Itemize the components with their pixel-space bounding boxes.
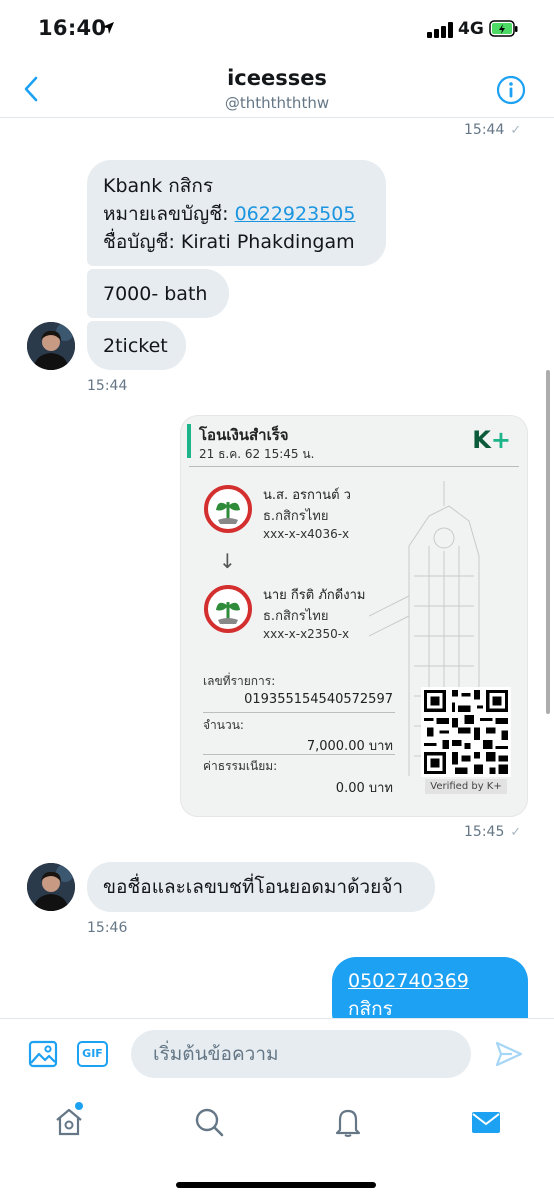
avatar-image [27,863,75,911]
account-number-line: หมายเลขบัญชี: 0622923505 [103,200,370,228]
bell-icon[interactable] [332,1106,364,1138]
message-timestamp: 15:44 [87,378,128,394]
fee-value: 0.00 บาท [335,781,393,796]
location-arrow-icon [102,22,114,34]
outgoing-account-link-line: 0502740369 [348,967,512,995]
image-icon[interactable] [28,1039,58,1069]
receipt-divider [203,712,395,713]
receipt-date: 21 ธ.ค. 62 15:45 น. [199,447,315,461]
timestamp-text: 15:44 [464,122,505,138]
transfer-receipt-image[interactable]: โอนเงินสำเร็จ 21 ธ.ค. 62 15:45 น. K+ น.ส… [180,415,528,817]
signal-icon [427,22,453,38]
conversation-handle: @thththththw [224,94,330,112]
mail-icon[interactable] [470,1106,502,1138]
incoming-message-request[interactable]: ขอชื่อและเลขบชที่โอนยอดมาด้วยจ้า [87,862,435,912]
search-icon[interactable] [193,1106,225,1138]
receipt-accent-bar [187,424,191,458]
avatar[interactable] [27,322,75,370]
message-timestamp: 15:44 ✓ [464,122,521,138]
account-number-link[interactable]: 0622923505 [235,203,356,225]
kasikorn-bank-logo-icon [204,585,252,633]
send-icon[interactable] [494,1039,524,1069]
avatar-image [27,322,75,370]
account-number-label: หมายเลขบัญชี: [103,203,235,225]
battery-icon [489,20,518,37]
gif-button[interactable]: GIF [77,1041,108,1067]
receipt-divider [203,754,395,755]
sent-check-icon: ✓ [510,123,522,138]
ref-label: เลขที่รายการ: [203,674,276,688]
timestamp-text: 15:45 [464,824,505,840]
account-name-line: ชื่อบัญชี: Kirati Phakdingam [103,231,355,253]
verified-label: Verified by K+ [425,779,507,794]
conversation-title[interactable]: iceesses [0,66,554,90]
kasikorn-bank-logo-icon [204,485,252,533]
fee-label: ค่าธรรมเนียม: [203,759,278,773]
kplus-logo: K+ [472,426,511,454]
message-timestamp: 15:45 ✓ [464,824,521,840]
incoming-message-amount[interactable]: 7000- bath [87,269,229,318]
info-icon[interactable] [496,75,526,105]
scrollbar[interactable] [546,370,550,714]
outgoing-account-link[interactable]: 0502740369 [348,970,469,992]
sender-name: น.ส. อรกานต์ ว [263,488,351,503]
bank-name-line: Kbank กสิกร [103,175,214,197]
message-timestamp: 15:46 [87,920,128,936]
sender-account: xxx-x-x4036-x [263,527,350,541]
receiver-name: นาย กีรติ ภักดีงาม [263,588,366,603]
qr-code-image [421,687,511,777]
message-input[interactable] [131,1030,471,1078]
home-indicator[interactable] [176,1182,376,1188]
kplus-logo-plus: + [490,426,511,454]
receipt-title: โอนเงินสำเร็จ [199,426,289,444]
home-notification-dot [75,1102,83,1110]
sent-check-icon: ✓ [510,825,522,840]
receiver-account: xxx-x-x2350-x [263,627,350,641]
status-bar: 16:40 4G [0,0,554,60]
incoming-message-bank-info[interactable]: Kbank กสิกร หมายเลขบัญชี: 0622923505 ชื่… [87,160,386,266]
incoming-message-ticket[interactable]: 2ticket [87,321,186,370]
status-time: 16:40 [38,16,107,40]
kplus-logo-k: K [472,426,491,454]
conversation-header: iceesses @thththththw [0,60,554,118]
receiver-bank: ธ.กสิกรไทย [263,609,329,624]
sender-bank: ธ.กสิกรไทย [263,509,329,524]
receipt-divider [189,466,519,467]
ref-value: 019355154540572597 [244,692,393,707]
avatar[interactable] [27,863,75,911]
message-composer: GIF [0,1018,554,1092]
home-icon[interactable] [53,1106,85,1138]
transfer-arrow-icon: ↓ [219,549,236,573]
amount-value: 7,000.00 บาท [306,739,393,754]
network-type: 4G [458,19,484,39]
tab-bar [0,1092,554,1200]
amount-label: จำนวน: [203,718,244,732]
